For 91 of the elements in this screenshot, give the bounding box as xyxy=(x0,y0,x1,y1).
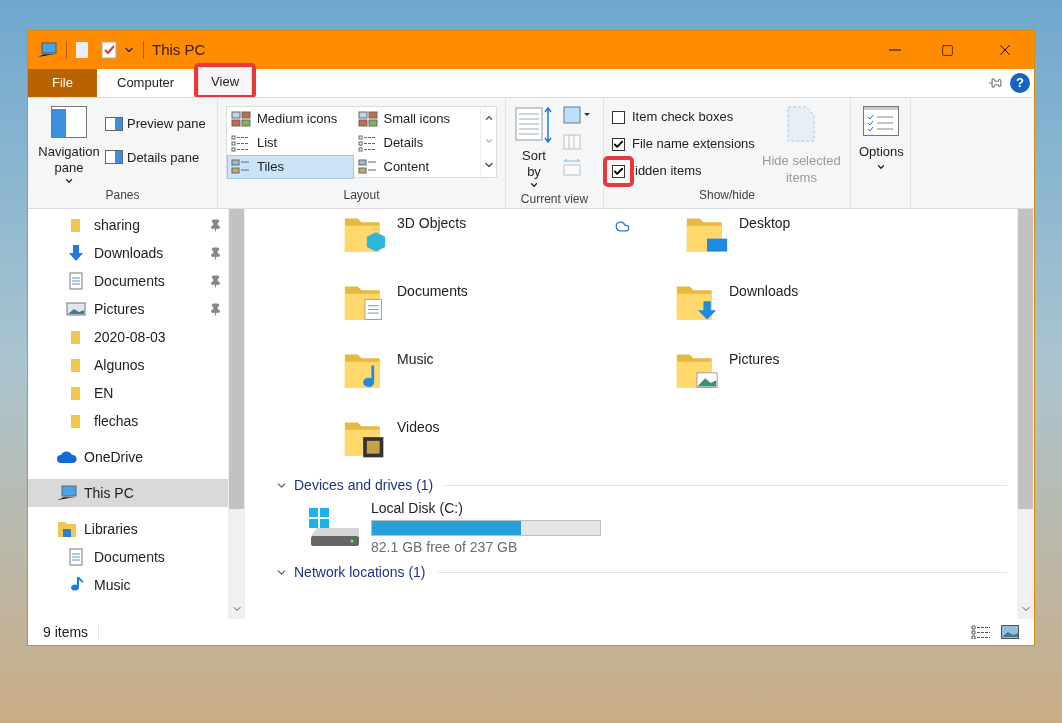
large-icons-view-icon[interactable] xyxy=(1001,625,1019,639)
folder-tile[interactable]: Pictures xyxy=(675,349,1007,397)
checkbox-label: idden items xyxy=(635,162,702,181)
ribbon-tab[interactable]: View xyxy=(198,67,253,95)
nav-item[interactable]: Documents xyxy=(28,543,228,571)
drive-tile[interactable]: Local Disk (C:) 82.1 GB free of 237 GB xyxy=(275,500,1007,556)
checkbox[interactable] xyxy=(612,137,625,151)
group-header[interactable]: Network locations (1) xyxy=(294,562,426,583)
layout-option[interactable]: Small icons xyxy=(353,107,480,131)
checklist-icon xyxy=(863,106,900,136)
scrollbar[interactable] xyxy=(228,209,245,619)
layout-option[interactable]: Tiles xyxy=(227,155,354,179)
drive-name: Local Disk (C:) xyxy=(371,500,464,517)
navigation-pane-button[interactable]: Navigation pane xyxy=(36,106,102,186)
folder-tile[interactable]: 3D Objects xyxy=(343,213,675,261)
checkbox-label: File name extensions xyxy=(632,135,755,154)
checklist-icon[interactable] xyxy=(101,41,117,59)
ribbon-tab[interactable]: File xyxy=(28,69,97,97)
nav-item[interactable]: Algunos xyxy=(28,351,228,379)
pin-icon[interactable] xyxy=(988,76,1002,90)
computer-icon xyxy=(36,41,58,59)
caret-icon xyxy=(529,180,539,190)
nav-item[interactable]: EN xyxy=(28,379,228,407)
nav-item[interactable]: Pictures xyxy=(28,295,228,323)
folder-tile[interactable]: Downloads xyxy=(675,281,1007,329)
checkbox[interactable] xyxy=(612,164,625,178)
caret-icon xyxy=(64,176,74,186)
nav-item[interactable]: This PC xyxy=(28,479,228,507)
nav-item[interactable]: OneDrive xyxy=(28,443,228,471)
item-count: 9 items xyxy=(43,622,89,642)
nav-item[interactable]: Documents xyxy=(28,267,228,295)
nav-item[interactable]: Music xyxy=(28,571,228,599)
folder-icon xyxy=(69,329,83,345)
ribbon-group-label: Layout xyxy=(342,187,381,204)
minimize-icon xyxy=(889,49,901,51)
checkbox[interactable] xyxy=(612,110,625,124)
computer-icon xyxy=(56,484,78,502)
details-pane-button[interactable]: Details pane xyxy=(105,147,206,167)
sort-list-icon xyxy=(515,106,553,144)
view-layout-icon xyxy=(357,158,378,176)
library-icon xyxy=(57,520,77,538)
details-view-icon[interactable] xyxy=(971,625,991,639)
ribbon-group-label: Panes xyxy=(104,187,141,204)
view-layout-icon xyxy=(357,134,378,152)
maximize-icon xyxy=(940,43,954,57)
group-by-icon[interactable] xyxy=(562,106,590,124)
cloud-icon xyxy=(56,450,78,464)
pane-layout-icon xyxy=(105,150,123,165)
document-icon xyxy=(68,272,84,290)
checkmark-icon xyxy=(613,138,624,150)
nav-item[interactable]: flechas xyxy=(28,407,228,435)
checkbox-label: Item check boxes xyxy=(632,108,734,127)
sort-by-button[interactable]: Sort by xyxy=(514,106,554,190)
folder-tile[interactable]: Music xyxy=(343,349,675,397)
view-layout-icon xyxy=(231,134,251,152)
blank-page-icon[interactable] xyxy=(75,41,89,59)
checkmark-icon xyxy=(613,165,624,177)
options-button[interactable]: Options xyxy=(859,106,904,188)
nav-item[interactable]: 2020-08-03 xyxy=(28,323,228,351)
page-icon xyxy=(787,106,816,142)
free-space-text: 82.1 GB free of 237 GB xyxy=(371,539,519,556)
view-layout-icon xyxy=(231,110,251,128)
folder-tile[interactable]: Desktop xyxy=(675,213,1007,261)
view-layout-icon xyxy=(231,158,251,176)
layout-option[interactable]: Content xyxy=(353,155,480,179)
group-header[interactable]: Devices and drives (1) xyxy=(294,475,434,496)
nav-item[interactable]: Libraries xyxy=(28,515,228,543)
folder-tile[interactable]: Documents xyxy=(343,281,675,329)
preview-pane-button[interactable]: Preview pane xyxy=(105,114,206,134)
pane-layout-icon xyxy=(51,106,87,138)
scrollbar[interactable] xyxy=(1017,209,1034,619)
ribbon-group-label: Current view xyxy=(519,191,590,208)
document-icon xyxy=(68,548,84,566)
folder-icon xyxy=(69,413,83,429)
view-layout-icon xyxy=(357,110,378,128)
ribbon-group-label: Show/hide xyxy=(697,187,756,204)
pane-layout-icon xyxy=(105,116,123,131)
folder-icon xyxy=(69,217,83,233)
music-note-icon xyxy=(69,576,83,594)
folder-icon xyxy=(69,385,83,401)
window-title: This PC xyxy=(152,39,206,60)
nav-item[interactable]: sharing xyxy=(28,211,228,239)
folder-tile[interactable]: Videos xyxy=(343,417,675,465)
layout-option[interactable]: List xyxy=(227,131,354,155)
picture-icon xyxy=(66,301,86,317)
nav-item[interactable]: Downloads xyxy=(28,239,228,267)
download-arrow-icon xyxy=(67,244,85,262)
help-icon[interactable]: ? xyxy=(1010,73,1030,93)
layout-option[interactable]: Details xyxy=(353,131,480,155)
layout-option[interactable]: Medium icons xyxy=(227,107,354,131)
folder-icon xyxy=(69,357,83,373)
